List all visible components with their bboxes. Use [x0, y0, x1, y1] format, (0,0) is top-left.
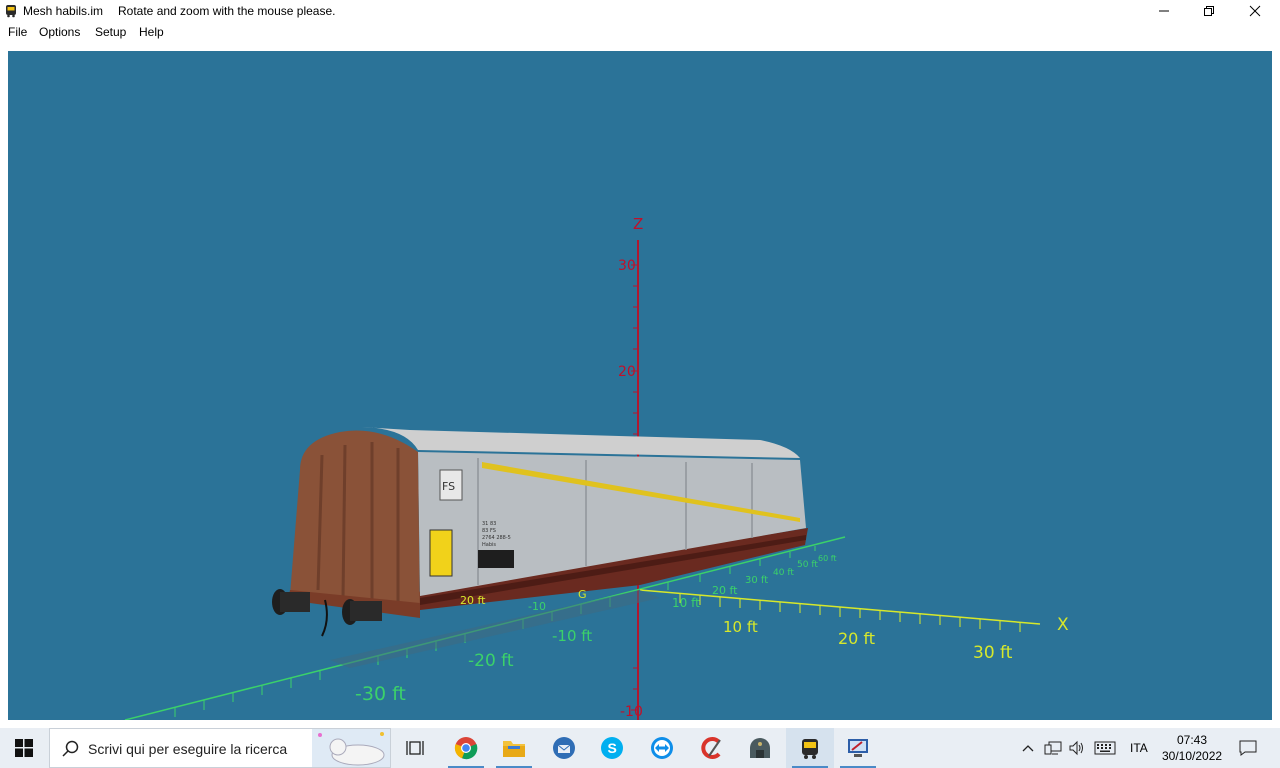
menu-options[interactable]: Options — [39, 25, 80, 39]
wagon-marking-3: 2764 288-5 — [482, 535, 511, 541]
taskbar-chrome[interactable] — [442, 728, 490, 768]
taskbar-ccleaner[interactable] — [688, 728, 736, 768]
taskbar-teamviewer[interactable] — [638, 728, 686, 768]
notifications-button[interactable] — [1232, 728, 1264, 768]
menu-file[interactable]: File — [8, 25, 27, 39]
y-tick-30: 30 ft — [745, 575, 768, 586]
wagon-marking-4: Habis — [482, 542, 496, 548]
minimize-button[interactable] — [1141, 0, 1187, 22]
menu-help[interactable]: Help — [139, 25, 164, 39]
taskbar: Scrivi qui per eseguire la ricerca S ITA… — [0, 728, 1280, 768]
window-title: Mesh habils.im — [23, 4, 104, 18]
taskbar-skype[interactable]: S — [588, 728, 636, 768]
menu-setup[interactable]: Setup — [95, 25, 126, 39]
notification-icon — [1239, 740, 1257, 756]
partial-label-20ft: 20 ft — [460, 594, 486, 607]
windows-logo-icon — [15, 739, 33, 757]
menu-bar: File Options Setup Help — [0, 22, 1280, 42]
taskbar-mesh-viewer[interactable] — [786, 728, 834, 768]
y-tick-minus10: -10 ft — [552, 627, 592, 645]
title-bar: Mesh habils.im Rotate and zoom with the … — [0, 0, 1280, 22]
z-tick-30: 30 — [618, 258, 636, 274]
show-hidden-icons-button[interactable] — [1018, 728, 1038, 768]
search-box[interactable]: Scrivi qui per eseguire la ricerca — [49, 728, 391, 768]
y-tick-10: 10 ft — [672, 596, 700, 610]
x-axis: X 10 ft 20 ft 30 ft — [639, 589, 1069, 663]
maximize-button[interactable] — [1186, 0, 1232, 22]
teamviewer-icon — [651, 737, 673, 759]
thunderbird-icon — [553, 737, 575, 759]
touch-keyboard-button[interactable] — [1092, 728, 1118, 768]
3d-viewport[interactable]: Z 30 20 -10 -30 ft -20 ft -10 ft 10 ft 2… — [8, 51, 1272, 720]
partial-label-minus10: -10 — [528, 600, 546, 613]
task-view-button[interactable] — [392, 728, 440, 768]
chevron-up-icon — [1022, 745, 1034, 752]
wagon-marking-1: 31 83 — [482, 521, 496, 527]
z-axis-label: Z — [633, 215, 643, 233]
volume-button[interactable] — [1066, 728, 1088, 768]
clock-time: 07:43 — [1176, 733, 1208, 747]
taskbar-remote-desktop[interactable] — [834, 728, 882, 768]
x-tick-20: 20 ft — [838, 629, 875, 648]
z-tick-minus10: -10 — [620, 704, 643, 720]
y-tick-50: 50 ft — [797, 560, 818, 570]
close-button[interactable] — [1232, 0, 1278, 22]
network-icon — [1044, 741, 1062, 755]
terminal-building-icon — [750, 738, 770, 758]
keyboard-icon — [1094, 741, 1116, 755]
z-tick-20: 20 — [618, 364, 636, 380]
svg-text:S: S — [608, 740, 617, 756]
close-icon — [1249, 5, 1261, 17]
skype-icon: S — [601, 737, 623, 759]
wagon-marking-2: 83 FS — [482, 528, 496, 534]
clock[interactable]: 07:43 30/10/2022 — [1162, 732, 1222, 764]
train-app-icon — [6, 5, 16, 18]
speaker-icon — [1069, 740, 1083, 756]
partial-label-g: G — [578, 588, 587, 601]
ccleaner-icon — [701, 737, 721, 759]
start-button[interactable] — [0, 728, 48, 768]
network-button[interactable] — [1042, 728, 1064, 768]
clock-date: 30/10/2022 — [1162, 749, 1223, 763]
polar-bear-highlight-icon — [312, 729, 390, 767]
y-tick-40: 40 ft — [773, 568, 794, 578]
fs-logo-text: FS — [442, 480, 455, 493]
x-tick-30: 30 ft — [973, 643, 1013, 663]
window-hint: Rotate and zoom with the mouse please. — [118, 4, 336, 18]
train-app-icon — [802, 739, 818, 759]
search-placeholder: Scrivi qui per eseguire la ricerca — [88, 741, 288, 757]
x-axis-label: X — [1057, 615, 1069, 635]
y-tick-minus20: -20 ft — [468, 651, 514, 671]
x-tick-10: 10 ft — [723, 618, 758, 636]
minimize-icon — [1159, 10, 1169, 12]
input-language[interactable]: ITA — [1130, 741, 1148, 755]
taskbar-trainz-terminal[interactable] — [736, 728, 784, 768]
taskbar-thunderbird[interactable] — [540, 728, 588, 768]
task-view-icon — [406, 741, 424, 755]
y-tick-60: 60 ft — [818, 554, 837, 563]
y-tick-20: 20 ft — [712, 584, 738, 597]
folder-icon — [503, 741, 525, 757]
restore-icon — [1204, 6, 1214, 16]
remote-desktop-icon — [848, 739, 868, 757]
search-icon — [62, 740, 79, 757]
chrome-icon — [454, 737, 478, 760]
taskbar-file-explorer[interactable] — [490, 728, 538, 768]
y-tick-minus30: -30 ft — [355, 683, 406, 705]
